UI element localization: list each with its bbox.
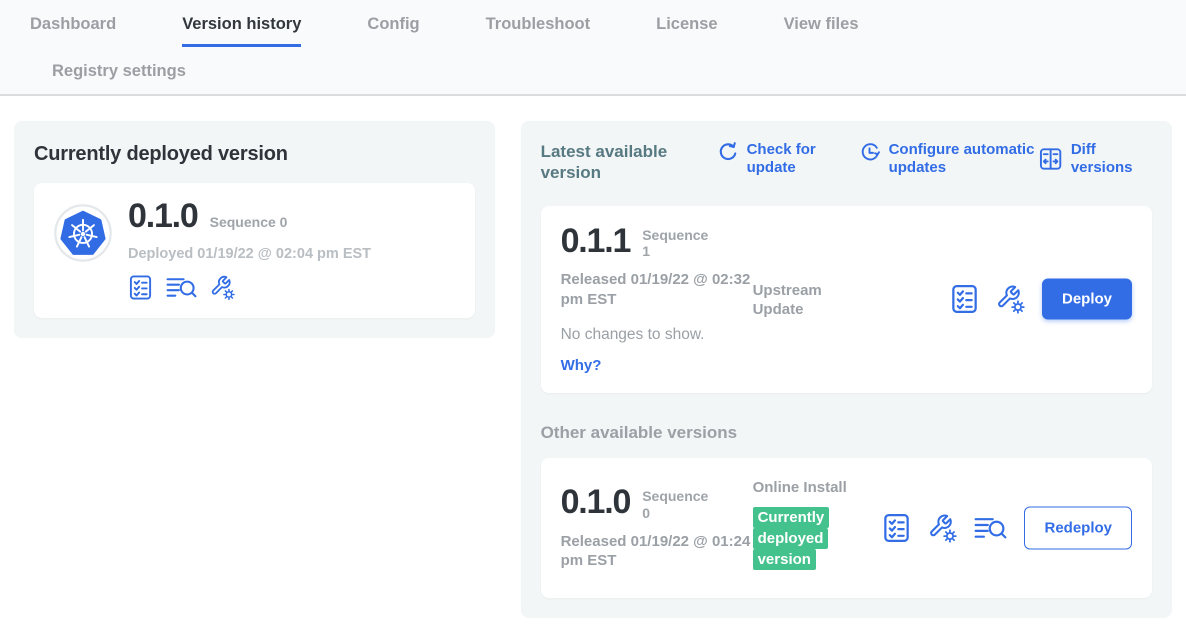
other-source-label: Online Install bbox=[753, 478, 857, 498]
refresh-icon bbox=[717, 142, 738, 163]
deployed-timestamp: Deployed 01/19/22 @ 02:04 pm EST bbox=[128, 246, 371, 262]
config-wrench-gear-icon[interactable] bbox=[996, 285, 1025, 314]
kubernetes-icon bbox=[54, 204, 112, 262]
tab-registry-settings[interactable]: Registry settings bbox=[52, 62, 186, 93]
deploy-logs-icon[interactable] bbox=[974, 515, 1007, 542]
currently-deployed-title: Currently deployed version bbox=[34, 143, 475, 166]
check-for-update-link[interactable]: Check for update bbox=[717, 141, 833, 177]
tab-view-files[interactable]: View files bbox=[784, 15, 859, 47]
other-version-number: 0.1.0 bbox=[561, 485, 631, 521]
other-available-versions-title: Other available versions bbox=[541, 423, 1152, 443]
currently-deployed-panel: Currently deployed version bbox=[14, 121, 495, 338]
available-versions-panel: Latest available version Check for updat… bbox=[521, 121, 1172, 618]
deploy-logs-icon[interactable] bbox=[166, 275, 197, 300]
latest-released-timestamp: Released 01/19/22 @ 02:32 pm EST bbox=[561, 270, 753, 309]
nav-tabs-row2: Registry settings bbox=[0, 47, 1186, 94]
preflight-checks-icon[interactable] bbox=[128, 275, 153, 300]
top-nav: Dashboard Version history Config Trouble… bbox=[0, 0, 1186, 96]
deploy-button[interactable]: Deploy bbox=[1042, 279, 1132, 320]
nav-tabs-row: Dashboard Version history Config Trouble… bbox=[0, 15, 1186, 47]
diff-versions-label: Diff versions bbox=[1071, 141, 1152, 177]
latest-version-number: 0.1.1 bbox=[561, 224, 631, 260]
configure-automatic-updates-label: Configure automatic updates bbox=[889, 141, 1039, 177]
tab-config[interactable]: Config bbox=[367, 15, 419, 47]
available-panel-header: Latest available version Check for updat… bbox=[541, 141, 1152, 184]
diff-icon bbox=[1039, 146, 1062, 172]
why-link[interactable]: Why? bbox=[561, 357, 602, 374]
diff-versions-link[interactable]: Diff versions bbox=[1039, 141, 1152, 177]
deployed-version-card: 0.1.0 Sequence 0 Deployed 01/19/22 @ 02:… bbox=[34, 183, 475, 318]
latest-version-card: 0.1.1 Sequence 1 Released 01/19/22 @ 02:… bbox=[541, 206, 1152, 394]
config-wrench-gear-icon[interactable] bbox=[210, 275, 235, 300]
other-released-timestamp: Released 01/19/22 @ 01:24 pm EST bbox=[561, 532, 753, 571]
currently-deployed-badge: Currently deployed version bbox=[753, 507, 830, 570]
tab-dashboard[interactable]: Dashboard bbox=[30, 15, 116, 47]
preflight-checks-icon[interactable] bbox=[950, 285, 979, 314]
preflight-checks-icon[interactable] bbox=[882, 514, 911, 543]
tab-version-history[interactable]: Version history bbox=[182, 15, 301, 47]
main-content: Currently deployed version bbox=[0, 96, 1186, 618]
check-for-update-label: Check for update bbox=[747, 141, 833, 177]
currently-deployed-badge-wrap: Currently deployed version bbox=[753, 507, 849, 570]
redeploy-button[interactable]: Redeploy bbox=[1024, 507, 1132, 550]
deployed-sequence-label: Sequence 0 bbox=[210, 214, 288, 230]
deployed-version-info: 0.1.0 Sequence 0 Deployed 01/19/22 @ 02:… bbox=[128, 199, 371, 300]
latest-changes-note: No changes to show. bbox=[561, 326, 753, 344]
latest-source-label: Upstream Update bbox=[753, 281, 863, 320]
config-wrench-gear-icon[interactable] bbox=[928, 514, 957, 543]
auto-update-icon bbox=[859, 142, 880, 163]
other-version-card: 0.1.0 Sequence 0 Released 01/19/22 @ 01:… bbox=[541, 458, 1152, 598]
deployed-version-number: 0.1.0 bbox=[128, 199, 198, 235]
other-sequence-label: Sequence 0 bbox=[642, 488, 714, 522]
tab-troubleshoot[interactable]: Troubleshoot bbox=[486, 15, 591, 47]
latest-sequence-label: Sequence 1 bbox=[642, 227, 714, 261]
configure-automatic-updates-link[interactable]: Configure automatic updates bbox=[859, 141, 1039, 177]
tab-license[interactable]: License bbox=[656, 15, 717, 47]
latest-available-title: Latest available version bbox=[541, 141, 691, 184]
